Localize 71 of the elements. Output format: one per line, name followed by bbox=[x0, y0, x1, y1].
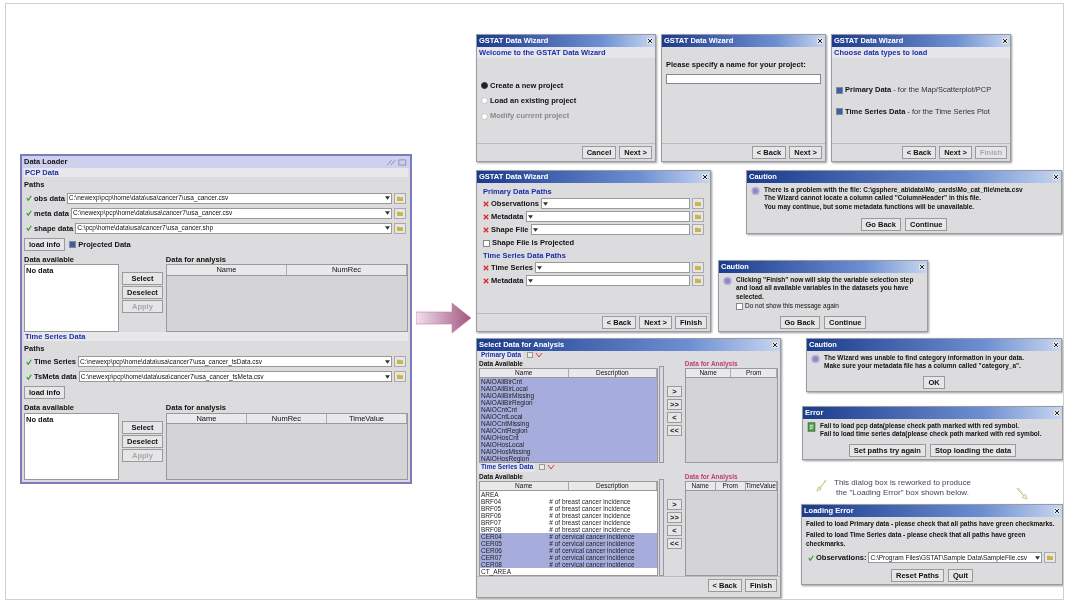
browse-button[interactable] bbox=[394, 207, 406, 219]
folder-icon bbox=[397, 195, 403, 201]
caret-icon bbox=[385, 359, 390, 364]
close-icon bbox=[1054, 508, 1060, 514]
browse-button[interactable] bbox=[692, 275, 704, 287]
close-icon bbox=[919, 264, 925, 270]
browse-button[interactable] bbox=[394, 192, 406, 204]
folder-icon bbox=[397, 210, 403, 216]
browse-button[interactable] bbox=[394, 356, 406, 368]
close-icon bbox=[702, 174, 708, 180]
close-icon bbox=[1054, 410, 1060, 416]
browse-button[interactable] bbox=[1044, 552, 1056, 564]
caret-icon bbox=[527, 214, 533, 219]
caret-icon bbox=[1035, 555, 1040, 560]
project-name-field[interactable] bbox=[666, 74, 821, 85]
caret-icon bbox=[385, 196, 390, 201]
close-icon bbox=[1053, 174, 1059, 180]
close-button[interactable] bbox=[702, 174, 708, 180]
folder-icon bbox=[695, 278, 701, 284]
document-icon bbox=[807, 422, 816, 432]
folder-icon bbox=[695, 265, 701, 271]
browse-button[interactable] bbox=[394, 371, 406, 383]
close-button[interactable] bbox=[1053, 174, 1059, 180]
close-icon bbox=[1002, 38, 1008, 44]
folder-icon bbox=[695, 227, 701, 233]
caret-icon bbox=[537, 265, 542, 270]
close-button[interactable] bbox=[1053, 342, 1059, 348]
path-dropdown[interactable] bbox=[530, 224, 690, 236]
browse-button[interactable] bbox=[394, 222, 406, 234]
path-dropdown[interactable] bbox=[525, 211, 690, 223]
folder-icon bbox=[695, 214, 701, 220]
annotation-text: This dialog box is reworked to produce the "Loading Error" box shown below. bbox=[834, 478, 971, 498]
folder-icon bbox=[397, 374, 403, 380]
close-icon bbox=[647, 38, 653, 44]
folder-icon bbox=[1047, 555, 1053, 561]
path-dropdown[interactable] bbox=[540, 198, 690, 210]
close-button[interactable] bbox=[1002, 38, 1008, 44]
close-button[interactable] bbox=[817, 38, 823, 44]
close-icon bbox=[817, 38, 823, 44]
info-icon bbox=[723, 276, 732, 286]
info-icon bbox=[811, 354, 820, 364]
arrow-icon bbox=[416, 302, 472, 334]
close-button[interactable] bbox=[1054, 410, 1060, 416]
scrollbar[interactable] bbox=[659, 478, 664, 576]
caret-icon bbox=[385, 374, 390, 379]
radio-button[interactable] bbox=[481, 81, 488, 89]
path-dropdown[interactable] bbox=[525, 275, 690, 287]
browse-button[interactable] bbox=[692, 224, 704, 236]
toolbar-icon bbox=[527, 352, 544, 359]
close-button[interactable] bbox=[919, 264, 925, 270]
close-icon bbox=[1053, 342, 1059, 348]
info-icon bbox=[751, 186, 760, 196]
caret-icon bbox=[385, 226, 390, 231]
arrow-icon bbox=[1016, 488, 1028, 500]
browse-button[interactable] bbox=[692, 211, 704, 223]
browse-button[interactable] bbox=[692, 198, 704, 210]
browse-button[interactable] bbox=[692, 262, 704, 274]
caret-icon bbox=[532, 227, 538, 232]
caret-icon bbox=[385, 211, 390, 216]
close-button[interactable] bbox=[647, 38, 653, 44]
arrow-icon bbox=[816, 480, 828, 492]
close-icon bbox=[772, 342, 778, 348]
path-dropdown[interactable] bbox=[535, 262, 690, 274]
caret-icon bbox=[542, 201, 548, 206]
folder-icon bbox=[397, 225, 403, 231]
caret-icon bbox=[527, 278, 533, 283]
folder-icon bbox=[397, 359, 403, 365]
close-button[interactable] bbox=[1054, 508, 1060, 514]
scrollbar[interactable] bbox=[659, 366, 664, 464]
close-button[interactable] bbox=[772, 342, 778, 348]
folder-icon bbox=[695, 201, 701, 207]
